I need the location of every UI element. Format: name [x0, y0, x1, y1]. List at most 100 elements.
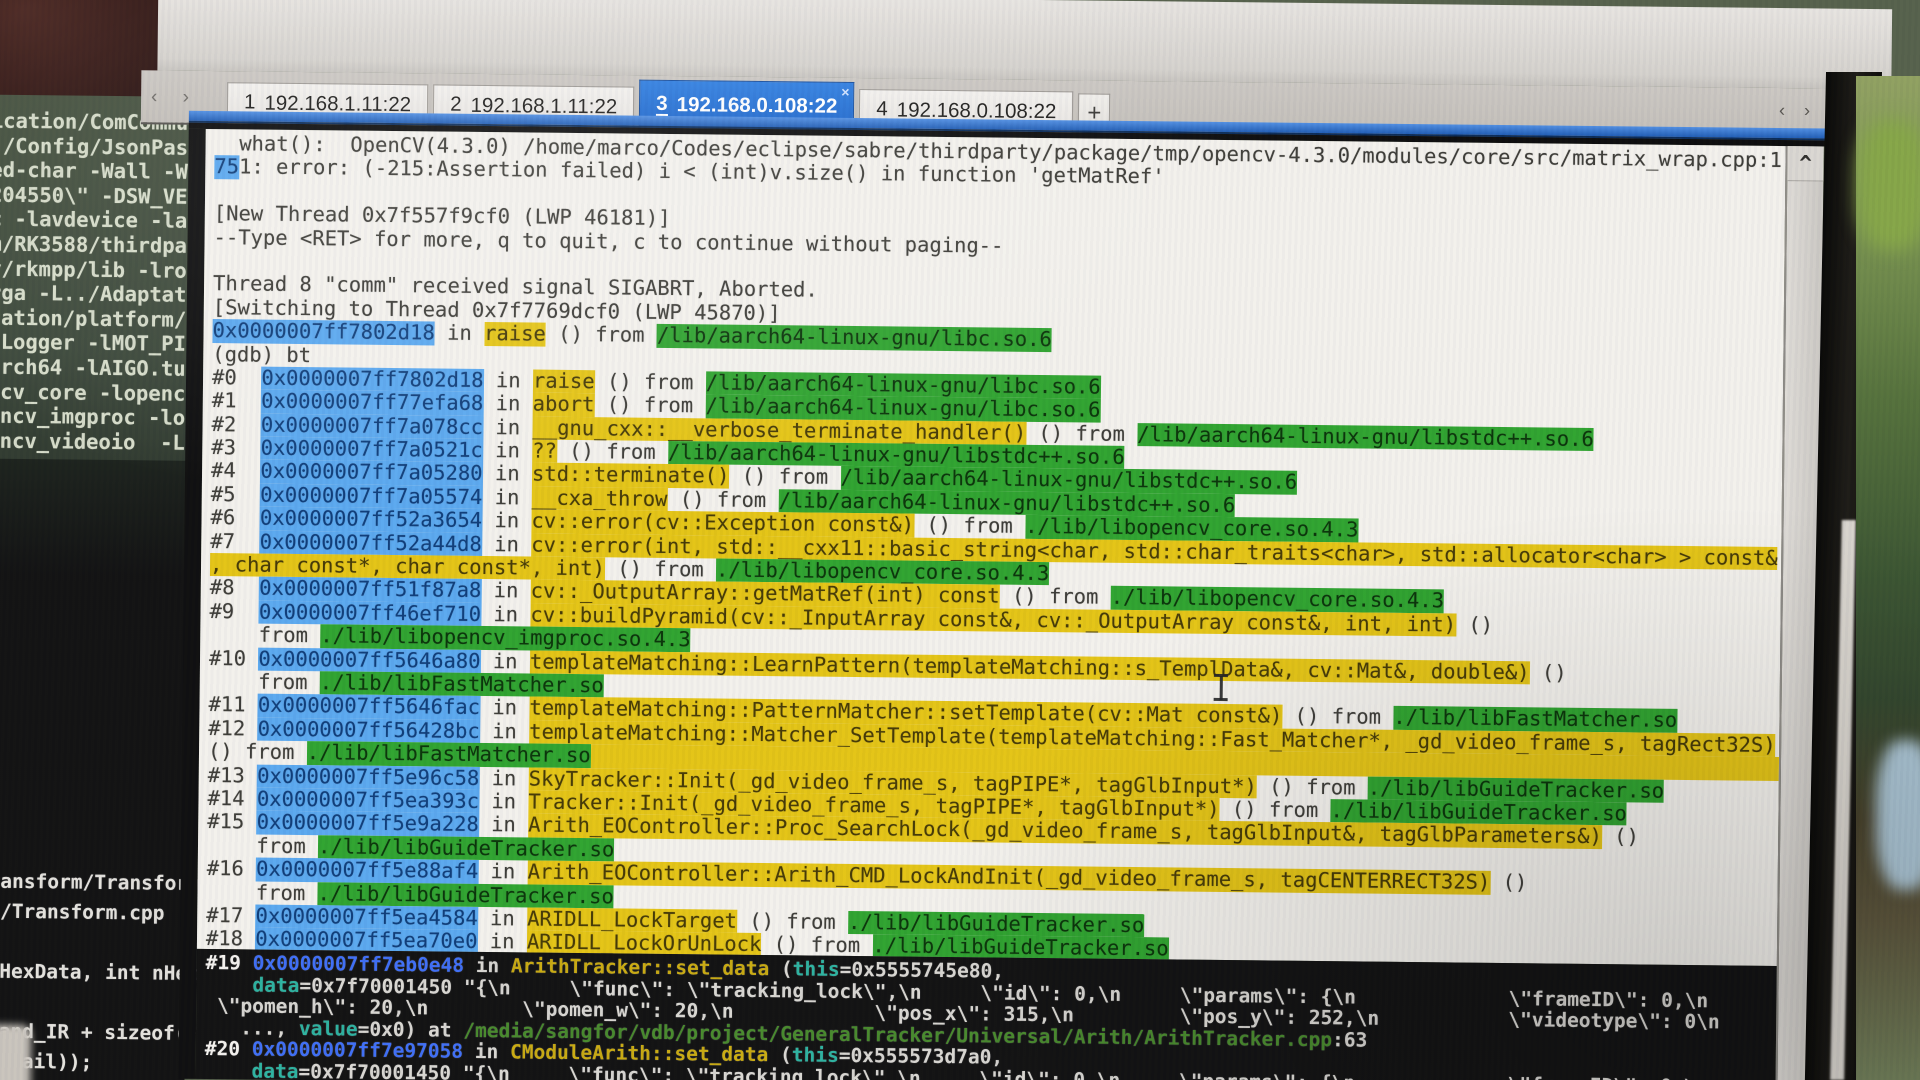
- terminal-text-segment: #13: [208, 764, 258, 788]
- terminal-text-segment: () from: [1257, 775, 1368, 800]
- terminal-black-output[interactable]: #19 0x0000007ff7eb0e48 in ArithTracker::…: [195, 949, 1776, 1080]
- terminal-text-segment: #9: [209, 600, 259, 624]
- terminal-text-segment: #20: [205, 1038, 252, 1060]
- background-terminal-line: lLogger -lMOT_PIP: [0, 330, 193, 357]
- terminal-text-segment: #12: [208, 717, 258, 741]
- terminal-text-segment: in: [480, 696, 530, 720]
- terminal-white-output[interactable]: what(): OpenCV(4.3.0) /home/marco/Codes/…: [197, 129, 1786, 966]
- terminal-text-segment: () from: [605, 557, 716, 582]
- terminal-text-segment: from: [206, 881, 317, 906]
- terminal-text-segment: :63: [1332, 1029, 1367, 1051]
- terminal-text-segment: in: [483, 439, 533, 463]
- terminal-text-segment: this: [792, 1045, 839, 1067]
- terminal-text-segment: 0x0000007ff77efa68: [261, 390, 483, 416]
- background-terminal-line: ransform/Transform.cpp: [0, 867, 189, 899]
- background-terminal-top-left: ication/ComCommu./Config/JsonPased-char …: [0, 95, 195, 465]
- terminal-text-segment: (gdb) bt: [212, 343, 311, 367]
- background-terminal-line: encv_imgproc -lope: [0, 404, 192, 431]
- terminal-text-segment: #10: [209, 647, 259, 671]
- background-terminal-line: m/Transform.cpp: [0, 897, 188, 929]
- terminal-text-segment: 0x0000007ff7802d18: [212, 319, 434, 345]
- scrollbar-up-icon[interactable]: ^: [1787, 146, 1823, 181]
- terminal-text-segment: in: [482, 486, 532, 510]
- terminal-text-segment: #1: [212, 389, 262, 413]
- terminal-text-segment: #18: [206, 927, 256, 951]
- background-terminal-line: tation/platform/RK: [0, 305, 193, 332]
- terminal-text-segment: raise: [533, 369, 595, 393]
- monitor-screen: ication/ComCommu./Config/JsonPased-char …: [0, 0, 1920, 1080]
- terminal-text-segment: #4: [211, 460, 261, 484]
- terminal-text-segment: value: [299, 1018, 358, 1040]
- terminal-text-segment: () from: [546, 323, 657, 348]
- terminal-text-segment: in: [478, 907, 528, 931]
- desk-object: [0, 1025, 31, 1080]
- terminal-text-segment: in: [479, 813, 529, 837]
- terminal-text-segment: 0x0000007ff52a3654: [260, 507, 482, 533]
- terminal-text-segment: in: [479, 790, 529, 814]
- background-terminal-line: [0, 987, 187, 1019]
- terminal-text-segment: () from: [1282, 705, 1393, 730]
- photo-background: ication/ComCommu./Config/JsonPased-char …: [0, 0, 1920, 1080]
- terminal-text-segment: #14: [207, 787, 257, 811]
- terminal-text-segment: ...,: [205, 1017, 299, 1040]
- terminal-text-segment: (): [1490, 871, 1527, 895]
- terminal-text-segment: in: [480, 720, 530, 744]
- terminal-text-segment: (: [769, 958, 793, 980]
- terminal-text-segment: data: [205, 974, 299, 997]
- terminal-text-segment: #0: [212, 366, 262, 390]
- terminal-text-segment: (: [768, 1044, 792, 1066]
- tab-scroll-left-icon[interactable]: ‹ ›: [151, 86, 199, 109]
- terminal-text-segment: raise: [484, 322, 546, 346]
- background-terminal-line: 204550\" -DSW_VER: [0, 182, 194, 209]
- terminal-text-segment: #11: [208, 693, 258, 717]
- terminal-text-segment: std::terminate(): [532, 463, 730, 489]
- terminal-text-segment: #17: [206, 904, 256, 928]
- background-terminal-line: pHexData, int nHexLen,: [0, 957, 188, 989]
- terminal-text-segment: #6: [210, 506, 260, 530]
- terminal-text-segment: 0x0000007ff5e9a228: [257, 811, 479, 837]
- terminal-text-segment: data: [204, 1060, 298, 1080]
- terminal-text-segment: /lib/aarch64-linux-gnu/libc.so.6: [657, 324, 1052, 352]
- tab-label: 192.168.0.108:22: [677, 93, 838, 119]
- background-terminal-line: arch64 -lAIGO.turb: [0, 355, 192, 382]
- photo-dark-corner: [0, 0, 158, 108]
- terminal-text-segment: in: [481, 603, 531, 627]
- terminal-text-segment: in: [463, 1041, 510, 1063]
- terminal-text-segment: #2: [211, 413, 261, 437]
- photo-plant-highlight: [1858, 120, 1920, 250]
- background-terminal-line: [0, 927, 188, 959]
- terminal-text-segment: in: [482, 509, 532, 533]
- terminal-text-segment: 0x0000007ff7eb0e48: [253, 953, 465, 977]
- terminal-text-segment: #15: [207, 810, 257, 834]
- terminal-text-segment: __cxa_throw: [532, 486, 668, 511]
- background-terminal-line: rga -L../Adaptati: [0, 281, 193, 308]
- terminal-text-segment: in: [483, 392, 533, 416]
- terminal-text-segment: abort: [533, 393, 595, 417]
- terminal-text-segment: (): [1456, 613, 1493, 637]
- terminal-text-segment: () from: [594, 393, 705, 418]
- terminal-text-segment: #5: [211, 483, 261, 507]
- background-terminal-line: m/RK3588/thirdpar: [0, 232, 194, 259]
- terminal-text-segment: from: [209, 623, 320, 648]
- terminal-text-segment: () from: [1000, 585, 1111, 610]
- background-terminal-line: c -lavdevice -lav: [0, 207, 194, 234]
- tab-close-icon[interactable]: ×: [841, 85, 849, 99]
- terminal-text-segment: 0x0000007ff51f87a8: [259, 577, 481, 603]
- terminal-text-segment: () from: [737, 910, 848, 935]
- terminal-text-segment: in: [483, 416, 533, 440]
- background-terminal-line: encv_videoio -L..: [0, 428, 191, 455]
- terminal-text-segment: in: [477, 930, 527, 954]
- terminal-text-segment: (): [1529, 661, 1566, 685]
- terminal-text-segment: =0x0) at: [358, 1018, 464, 1041]
- terminal-text-segment: ??: [532, 440, 557, 464]
- terminal-text-segment: () from: [557, 440, 668, 465]
- terminal-text-segment: from: [207, 834, 318, 859]
- photo-background-object: [1876, 740, 1920, 890]
- terminal-text-segment: in: [478, 860, 528, 884]
- terminal-text-segment: (): [1602, 825, 1639, 849]
- terminal-text-segment: in: [483, 369, 533, 393]
- terminal-text-segment: #3: [211, 436, 261, 460]
- terminal-text-segment: #8: [210, 576, 260, 600]
- background-terminal-line: ncv_core -lopencv_: [0, 379, 192, 406]
- terminal-text-segment: =0x555573d7a0,: [839, 1045, 1004, 1068]
